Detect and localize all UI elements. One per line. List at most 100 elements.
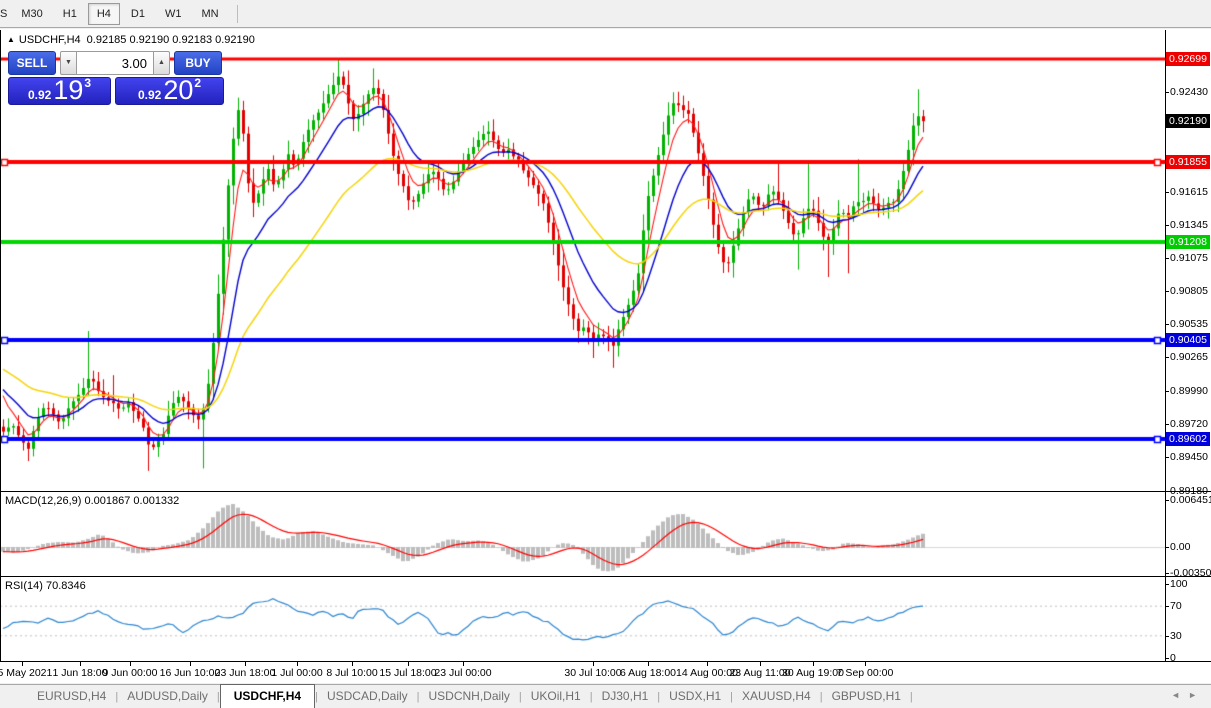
- time-axis-separator: [0, 661, 1211, 662]
- time-axis-tick: [813, 662, 814, 666]
- time-axis-tick: [865, 662, 866, 666]
- rsi-panel-separator[interactable]: [0, 576, 1211, 577]
- rsi-axis-label: 0: [1170, 652, 1176, 664]
- tab-separator: |: [910, 691, 913, 703]
- axis-tick-mark: [1165, 636, 1169, 637]
- chart-tab-ukoil-h1[interactable]: UKOil,H1: [522, 685, 590, 708]
- axis-tick-mark: [1165, 225, 1169, 226]
- time-axis-label: 7 Sep 00:00: [837, 667, 894, 679]
- sell-button[interactable]: SELL: [8, 51, 56, 75]
- time-axis-tick: [80, 662, 81, 666]
- price-axis-badge: 0.92699: [1166, 52, 1210, 66]
- price-axis-label: 0.92430: [1170, 86, 1208, 98]
- lot-size-input[interactable]: 3.00: [77, 51, 153, 75]
- axis-tick-mark: [1165, 606, 1169, 607]
- time-axis-label: 23 Jul 00:00: [434, 667, 491, 679]
- time-axis-label: 23 Jun 18:00: [215, 667, 276, 679]
- chart-tab-audusd-daily[interactable]: AUDUSD,Daily: [118, 685, 217, 708]
- price-axis-badge: 0.90405: [1166, 333, 1210, 347]
- price-axis-label: 0.90805: [1170, 285, 1208, 297]
- buy-price-big: 20: [163, 78, 193, 102]
- axis-tick-mark: [1165, 291, 1169, 292]
- toolbar-separator: [237, 5, 238, 23]
- timeframe-button-m30[interactable]: M30: [12, 3, 51, 25]
- chart-tab-usdx-h1[interactable]: USDX,H1: [660, 685, 730, 708]
- timeframe-button-s[interactable]: S: [0, 3, 10, 25]
- timeframe-button-h4[interactable]: H4: [88, 3, 120, 25]
- buy-price-prefix: 0.92: [138, 88, 161, 102]
- axis-tick-mark: [1165, 92, 1169, 93]
- time-axis-label: 6 Aug 18:00: [620, 667, 676, 679]
- time-axis-label: 30 Jul 10:00: [564, 667, 621, 679]
- axis-tick-mark: [1165, 457, 1169, 458]
- timeframe-button-mn[interactable]: MN: [192, 3, 227, 25]
- time-axis-label: 15 Jul 18:00: [379, 667, 436, 679]
- macd-axis-label: 0.00: [1170, 541, 1190, 553]
- buy-button[interactable]: BUY: [174, 51, 222, 75]
- chart-tab-bar: EURUSD,H4|AUDUSD,Daily|USDCHF,H4|USDCAD,…: [0, 684, 1211, 708]
- time-axis-tick: [297, 662, 298, 666]
- lots-decrease-button[interactable]: ▼: [60, 51, 77, 75]
- sell-price-prefix: 0.92: [28, 88, 51, 102]
- chevron-up-icon: ▲: [158, 59, 165, 66]
- time-axis-tick: [352, 662, 353, 666]
- rsi-axis-label: 30: [1170, 630, 1182, 642]
- price-axis-badge: 0.92190: [1166, 114, 1210, 128]
- chart-tab-xauusd-h4[interactable]: XAUUSD,H4: [733, 685, 820, 708]
- time-axis-tick: [245, 662, 246, 666]
- chart-tab-usdcnh-daily[interactable]: USDCNH,Daily: [420, 685, 519, 708]
- lots-increase-button[interactable]: ▲: [153, 51, 170, 75]
- macd-axis-label: 0.006451: [1170, 494, 1211, 506]
- price-axis-label: 0.91345: [1170, 219, 1208, 231]
- axis-tick-mark: [1165, 258, 1169, 259]
- buy-price-box[interactable]: 0.92 20 2: [115, 77, 224, 105]
- timeframe-toolbar: SM30H1H4D1W1MN: [0, 0, 1211, 28]
- time-axis-tick: [463, 662, 464, 666]
- time-axis-tick: [408, 662, 409, 666]
- axis-tick-mark: [1165, 658, 1169, 659]
- sell-price-pipette: 3: [84, 76, 91, 90]
- time-axis-tick: [593, 662, 594, 666]
- sell-price-box[interactable]: 0.92 19 3: [8, 77, 111, 105]
- tab-scroll-left-icon[interactable]: ◄: [1171, 690, 1188, 700]
- time-axis-label: 30 Aug 19:00: [782, 667, 844, 679]
- chart-symbol-label: USDCHF,H4: [19, 34, 81, 46]
- tab-scroll-right-icon[interactable]: ►: [1188, 690, 1205, 700]
- time-axis-tick: [760, 662, 761, 666]
- sell-price-big: 19: [53, 78, 83, 102]
- time-axis-label: 8 Jul 10:00: [326, 667, 377, 679]
- price-axis-badge: 0.91855: [1166, 155, 1210, 169]
- rsi-indicator-canvas[interactable]: [0, 577, 1165, 661]
- buy-price-pipette: 2: [194, 76, 201, 90]
- axis-tick-mark: [1165, 324, 1169, 325]
- time-axis-tick: [22, 662, 23, 666]
- chart-tab-gbpusd-h1[interactable]: GBPUSD,H1: [823, 685, 910, 708]
- axis-tick-mark: [1165, 500, 1169, 501]
- time-axis-tick: [648, 662, 649, 666]
- price-axis-label: 0.89990: [1170, 385, 1208, 397]
- chevron-down-icon: ▼: [65, 59, 72, 66]
- time-axis-label: 25 May 2021: [0, 667, 52, 679]
- time-axis-label: 9 Jun 00:00: [103, 667, 158, 679]
- timeframe-button-w1[interactable]: W1: [156, 3, 191, 25]
- time-axis-tick: [130, 662, 131, 666]
- collapse-chart-icon[interactable]: ▲: [7, 35, 15, 44]
- chart-tab-usdchf-h4[interactable]: USDCHF,H4: [220, 684, 315, 708]
- axis-tick-mark: [1165, 491, 1169, 492]
- axis-tick-mark: [1165, 584, 1169, 585]
- mt4-window: SM30H1H4D1W1MN ▲USDCHF,H40.92185 0.92190…: [0, 0, 1211, 708]
- chart-tab-dj30-h1[interactable]: DJ30,H1: [593, 685, 658, 708]
- timeframe-button-h1[interactable]: H1: [54, 3, 86, 25]
- tab-scroll-arrows: ◄►: [1171, 690, 1205, 700]
- price-axis-label: 0.89720: [1170, 418, 1208, 430]
- price-axis-badge: 0.91208: [1166, 235, 1210, 249]
- chart-tab-eurusd-h4[interactable]: EURUSD,H4: [28, 685, 115, 708]
- chart-title: ▲USDCHF,H40.92185 0.92190 0.92183 0.9219…: [7, 34, 255, 46]
- time-axis-label: 1 Jun 18:00: [53, 667, 108, 679]
- price-axis-label: 0.91075: [1170, 252, 1208, 264]
- chart-tab-usdcad-daily[interactable]: USDCAD,Daily: [318, 685, 417, 708]
- timeframe-button-d1[interactable]: D1: [122, 3, 154, 25]
- macd-panel-separator[interactable]: [0, 491, 1211, 492]
- macd-label: MACD(12,26,9) 0.001867 0.001332: [5, 495, 179, 507]
- axis-tick-mark: [1165, 391, 1169, 392]
